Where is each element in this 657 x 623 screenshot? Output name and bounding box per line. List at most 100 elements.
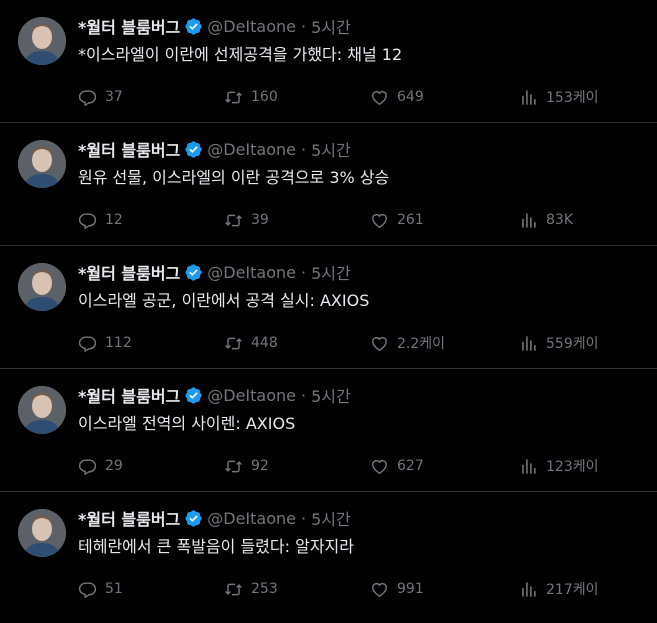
author-handle[interactable]: @DeItaone — [207, 140, 296, 159]
reply-button[interactable]: 29 — [78, 456, 123, 476]
heart-icon — [372, 213, 387, 228]
retweet-icon — [225, 91, 242, 103]
tweet[interactable]: *월터 블룸버그 @DeItaone · 5시간 테헤란에서 큰 폭발음이 들렸… — [0, 492, 657, 615]
like-button[interactable]: 261 — [370, 210, 424, 230]
reply-button[interactable]: 12 — [78, 210, 123, 230]
view-count: 559케이 — [546, 336, 599, 352]
tweet-header: *월터 블룸버그 @DeItaone · 5시간 — [78, 137, 351, 161]
retweet-icon — [225, 214, 242, 226]
retweet-button[interactable]: 448 — [224, 333, 278, 353]
timestamp[interactable]: 5시간 — [311, 137, 351, 161]
author-name[interactable]: *월터 블룸버그 — [78, 383, 180, 407]
tweet-actions: 112 448 2.2케이 559케이 — [78, 333, 618, 353]
author-name[interactable]: *월터 블룸버그 — [78, 506, 180, 530]
avatar[interactable] — [18, 263, 66, 311]
verified-badge-icon — [184, 263, 203, 282]
tweet-actions: 29 92 627 123케이 — [78, 456, 618, 476]
like-count: 649 — [397, 89, 424, 105]
like-count: 261 — [397, 212, 424, 228]
tweet[interactable]: *월터 블룸버그 @DeItaone · 5시간 원유 선물, 이스라엘의 이란… — [0, 123, 657, 246]
retweet-button[interactable]: 253 — [224, 579, 278, 599]
author-handle[interactable]: @DeItaone — [207, 386, 296, 405]
reply-button[interactable]: 37 — [78, 87, 123, 107]
reply-icon — [78, 335, 97, 352]
tweet[interactable]: *월터 블룸버그 @DeItaone · 5시간 이스라엘 전역의 사이렌: A… — [0, 369, 657, 492]
verified-badge-icon — [184, 17, 203, 36]
views-chart-icon — [522, 581, 536, 597]
reply-button[interactable]: 112 — [78, 333, 132, 353]
reply-icon — [78, 458, 97, 475]
avatar[interactable] — [18, 17, 66, 65]
reply-icon — [78, 581, 97, 598]
reply-count: 12 — [105, 212, 123, 228]
tweet-text: *이스라엘이 이란에 선제공격을 가했다: 채널 12 — [78, 45, 403, 64]
view-count: 217케이 — [546, 582, 599, 598]
author-name[interactable]: *월터 블룸버그 — [78, 137, 180, 161]
tweet[interactable]: *월터 블룸버그 @DeItaone · 5시간 이스라엘 공군, 이란에서 공… — [0, 246, 657, 369]
retweet-count: 92 — [251, 458, 269, 474]
avatar[interactable] — [18, 509, 66, 557]
view-count: 153케이 — [546, 90, 599, 106]
view-count: 123케이 — [546, 459, 599, 475]
tweet-header: *월터 블룸버그 @DeItaone · 5시간 — [78, 260, 351, 284]
avatar[interactable] — [18, 140, 66, 188]
tweet-text: 원유 선물, 이스라엘의 이란 공격으로 3% 상승 — [78, 168, 390, 187]
views-button[interactable]: 217케이 — [519, 579, 598, 599]
tweet-feed: *월터 블룸버그 @DeItaone · 5시간 *이스라엘이 이란에 선제공격… — [0, 0, 657, 615]
separator: · — [301, 139, 307, 159]
timestamp[interactable]: 5시간 — [311, 260, 351, 284]
retweet-button[interactable]: 160 — [224, 87, 278, 107]
reply-count: 51 — [105, 581, 123, 597]
views-chart-icon — [522, 89, 536, 105]
timestamp[interactable]: 5시간 — [311, 506, 351, 530]
views-button[interactable]: 559케이 — [519, 333, 598, 353]
timestamp[interactable]: 5시간 — [311, 14, 351, 38]
views-chart-icon — [522, 335, 536, 351]
verified-badge-icon — [184, 140, 203, 159]
views-button[interactable]: 153케이 — [519, 87, 598, 107]
like-button[interactable]: 2.2케이 — [370, 333, 445, 353]
views-chart-icon — [522, 212, 536, 228]
retweet-count: 160 — [251, 89, 278, 105]
reply-icon — [78, 212, 97, 229]
tweet[interactable]: *월터 블룸버그 @DeItaone · 5시간 *이스라엘이 이란에 선제공격… — [0, 0, 657, 123]
author-name[interactable]: *월터 블룸버그 — [78, 14, 180, 38]
retweet-icon — [225, 460, 242, 472]
author-handle[interactable]: @DeItaone — [207, 509, 296, 528]
author-name[interactable]: *월터 블룸버그 — [78, 260, 180, 284]
views-button[interactable]: 123케이 — [519, 456, 598, 476]
like-count: 991 — [397, 581, 424, 597]
like-button[interactable]: 627 — [370, 456, 424, 476]
author-handle[interactable]: @DeItaone — [207, 263, 296, 282]
retweet-button[interactable]: 92 — [224, 456, 269, 476]
heart-icon — [372, 459, 387, 474]
author-handle[interactable]: @DeItaone — [207, 17, 296, 36]
retweet-count: 253 — [251, 581, 278, 597]
separator: · — [301, 508, 307, 528]
separator: · — [301, 16, 307, 36]
heart-icon — [372, 90, 387, 105]
view-count: 83K — [546, 212, 573, 228]
like-button[interactable]: 649 — [370, 87, 424, 107]
avatar[interactable] — [18, 386, 66, 434]
reply-count: 112 — [105, 335, 132, 351]
separator: · — [301, 385, 307, 405]
tweet-header: *월터 블룸버그 @DeItaone · 5시간 — [78, 383, 351, 407]
like-count: 2.2케이 — [397, 336, 446, 352]
tweet-text: 이스라엘 전역의 사이렌: AXIOS — [78, 414, 296, 433]
tweet-header: *월터 블룸버그 @DeItaone · 5시간 — [78, 14, 351, 38]
like-count: 627 — [397, 458, 424, 474]
tweet-header: *월터 블룸버그 @DeItaone · 5시간 — [78, 506, 351, 530]
tweet-actions: 37 160 649 153케이 — [78, 87, 618, 107]
views-button[interactable]: 83K — [519, 210, 573, 230]
views-chart-icon — [522, 458, 536, 474]
heart-icon — [372, 336, 387, 351]
tweet-actions: 51 253 991 217케이 — [78, 579, 618, 599]
timestamp[interactable]: 5시간 — [311, 383, 351, 407]
retweet-button[interactable]: 39 — [224, 210, 269, 230]
tweet-text: 테헤란에서 큰 폭발음이 들렸다: 알자지라 — [78, 537, 354, 556]
tweet-actions: 12 39 261 83K — [78, 210, 618, 230]
reply-button[interactable]: 51 — [78, 579, 123, 599]
retweet-count: 448 — [251, 335, 278, 351]
like-button[interactable]: 991 — [370, 579, 424, 599]
